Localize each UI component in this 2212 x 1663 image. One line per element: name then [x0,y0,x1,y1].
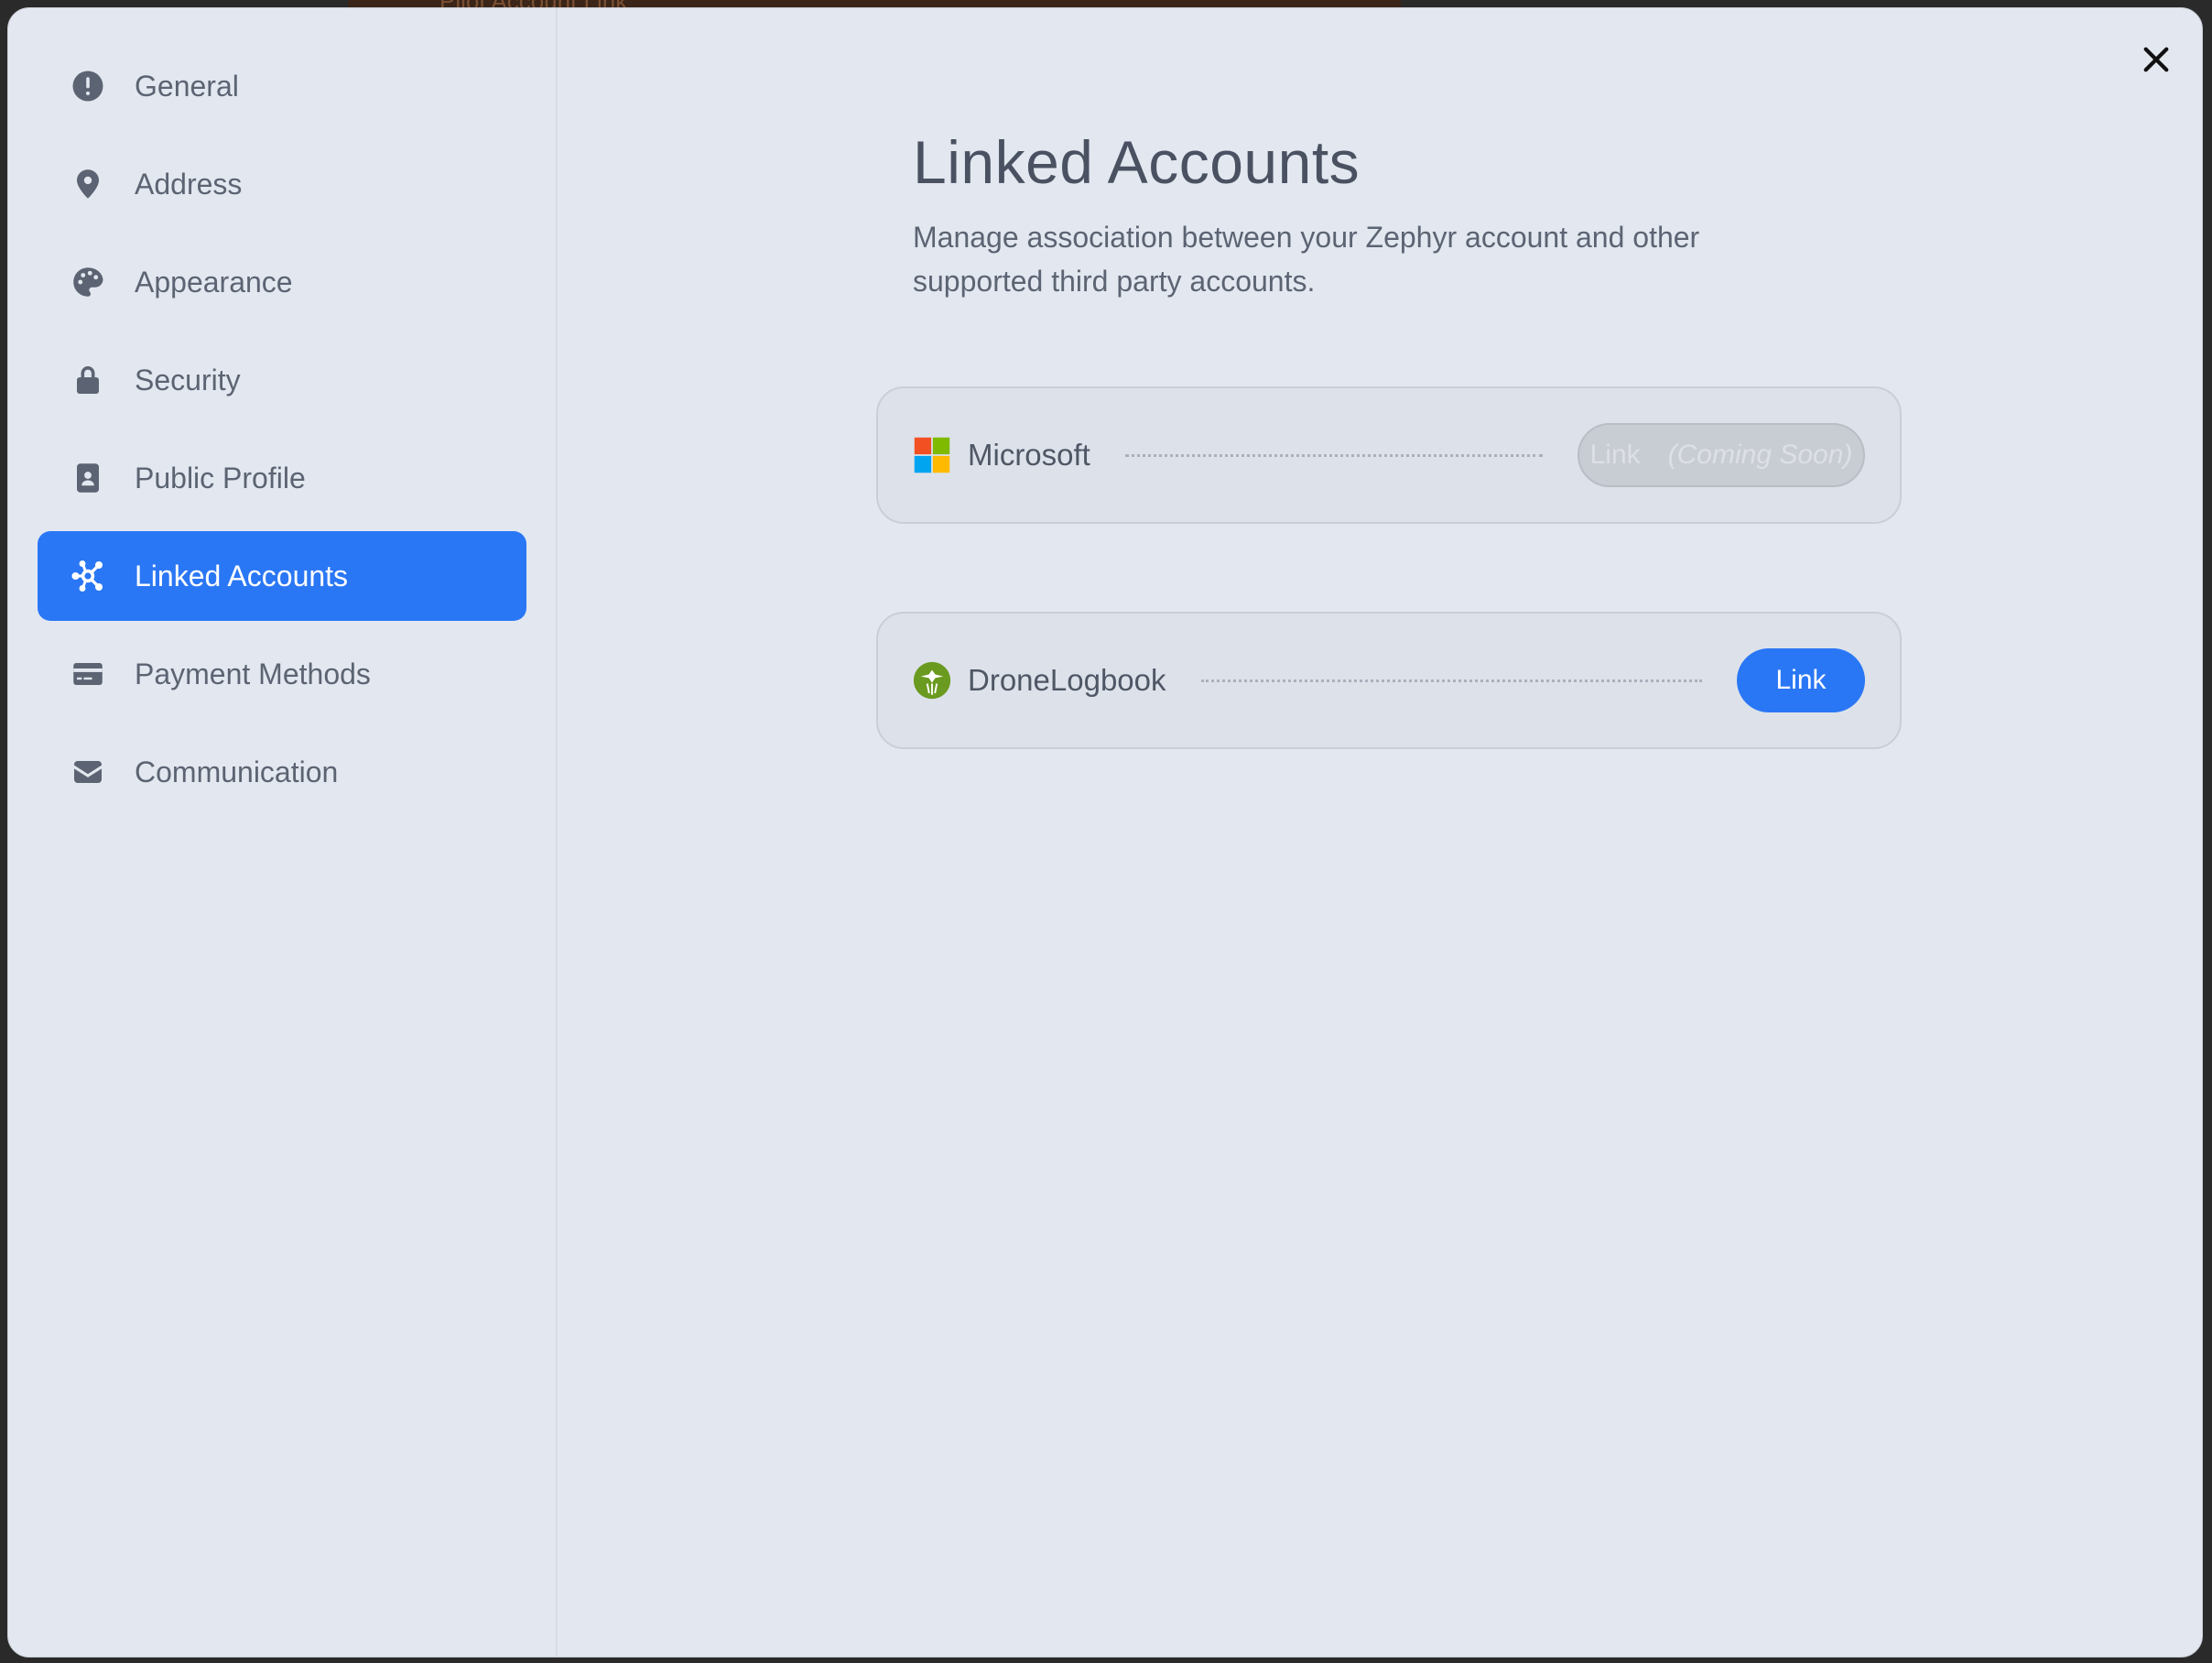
link-dronelogbook-button[interactable]: Link [1737,648,1865,712]
account-card-microsoft: Microsoft Link (Coming Soon) [876,386,1902,524]
sidebar-item-label: Security [135,363,241,397]
sidebar-item-appearance[interactable]: Appearance [38,237,526,327]
link-button-label: Link [1589,440,1641,470]
network-icon [70,559,105,593]
main-content: Linked Accounts Manage association betwe… [558,8,2202,1657]
link-microsoft-button[interactable]: Link (Coming Soon) [1578,423,1865,487]
sidebar-item-security[interactable]: Security [38,335,526,425]
account-name: Microsoft [968,438,1090,472]
palette-icon [70,265,105,299]
envelope-icon [70,755,105,789]
dotted-leader [1124,453,1543,457]
sidebar-item-label: Payment Methods [135,657,371,690]
exclamation-circle-icon [70,69,105,103]
page-description: Manage association between your Zephyr a… [913,221,1700,298]
dronelogbook-logo-icon [913,661,951,700]
lock-icon [70,363,105,397]
sidebar-item-linked-accounts[interactable]: Linked Accounts [38,531,526,621]
id-badge-icon [70,461,105,495]
sidebar-item-payment-methods[interactable]: Payment Methods [38,629,526,719]
sidebar-item-public-profile[interactable]: Public Profile [38,433,526,523]
credit-card-icon [70,657,105,691]
settings-modal: General Address Appearance Security Publ [7,7,2203,1658]
coming-soon-note: (Coming Soon) [1667,440,1853,470]
sidebar-item-label: Communication [135,755,339,788]
account-name: DroneLogbook [968,663,1166,697]
sidebar-item-address[interactable]: Address [38,139,526,229]
sidebar-item-label: General [135,69,239,103]
sidebar-item-label: Public Profile [135,461,306,495]
sidebar-item-general[interactable]: General [38,41,526,131]
sidebar-item-label: Appearance [135,265,293,299]
page-title: Linked Accounts [913,128,1361,196]
map-pin-icon [70,167,105,201]
sidebar-item-label: Address [135,167,243,201]
dotted-leader [1200,679,1702,682]
account-card-dronelogbook: DroneLogbook Link [876,612,1902,749]
sidebar-item-label: Linked Accounts [135,559,349,592]
settings-sidebar: General Address Appearance Security Publ [8,8,558,1657]
microsoft-logo-icon [914,437,950,473]
sidebar-item-communication[interactable]: Communication [38,727,526,817]
